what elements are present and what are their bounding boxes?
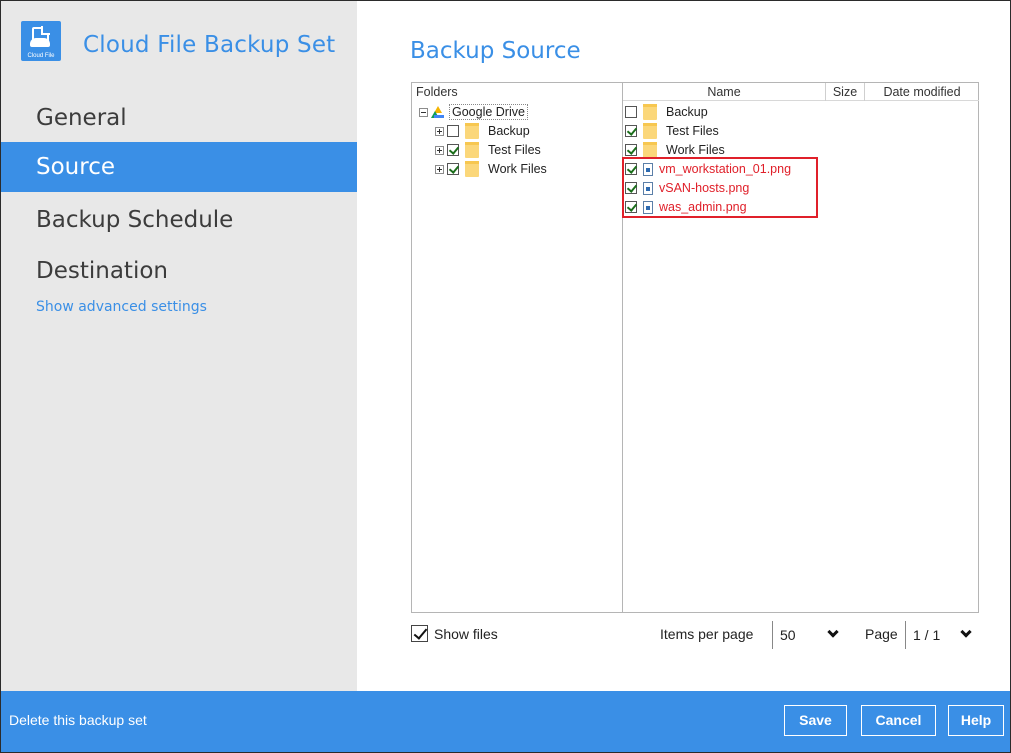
expand-icon[interactable] bbox=[435, 164, 444, 174]
folder-icon bbox=[643, 142, 657, 158]
list-item-name: Work Files bbox=[666, 143, 725, 157]
chevron-down-icon bbox=[960, 626, 972, 638]
cancel-button[interactable]: Cancel bbox=[861, 705, 936, 736]
page-select[interactable]: 1 / 1 bbox=[905, 621, 981, 649]
tree-node-test-files: Test Files bbox=[435, 141, 541, 159]
tree-checkbox-test-files[interactable] bbox=[447, 144, 459, 156]
column-header-size[interactable]: Size bbox=[826, 83, 865, 101]
folder-icon bbox=[643, 104, 657, 120]
save-button[interactable]: Save bbox=[784, 705, 847, 736]
list-item[interactable]: Backup bbox=[625, 103, 708, 121]
show-files-toggle[interactable]: Show files bbox=[411, 625, 498, 642]
page-label: Page bbox=[865, 626, 898, 642]
sidebar-item-destination[interactable]: Destination bbox=[1, 246, 357, 296]
expand-icon[interactable] bbox=[435, 126, 444, 136]
folder-icon bbox=[465, 142, 479, 158]
show-files-checkbox[interactable] bbox=[411, 625, 428, 642]
delete-backup-set-link[interactable]: Delete this backup set bbox=[9, 712, 147, 728]
tree-root-label[interactable]: Google Drive bbox=[449, 104, 528, 120]
list-item-name: Backup bbox=[666, 105, 708, 119]
highlight-box bbox=[622, 157, 818, 218]
app-title: Cloud File Backup Set bbox=[83, 32, 336, 58]
help-button[interactable]: Help bbox=[948, 705, 1004, 736]
tree-node-label[interactable]: Work Files bbox=[488, 162, 547, 176]
page-value: 1 / 1 bbox=[913, 627, 941, 643]
sidebar-item-source[interactable]: Source bbox=[1, 142, 357, 192]
folder-icon bbox=[465, 123, 479, 139]
page-title: Backup Source bbox=[410, 38, 581, 64]
tree-node-backup: Backup bbox=[435, 122, 530, 140]
files-header: Name Size Date modified bbox=[623, 83, 979, 101]
list-item[interactable]: Test Files bbox=[625, 122, 719, 140]
items-per-page-select[interactable]: 50 bbox=[772, 621, 850, 649]
list-item-checkbox[interactable] bbox=[625, 106, 637, 118]
footer-bar: Delete this backup set Save Cancel Help bbox=[1, 691, 1010, 752]
show-files-label: Show files bbox=[434, 625, 498, 642]
list-item-name: Test Files bbox=[666, 124, 719, 138]
file-browser: Folders Google Drive Backup Test Files W… bbox=[411, 82, 979, 613]
logo-caption: Cloud File bbox=[27, 53, 55, 59]
sidebar-item-backup-schedule[interactable]: Backup Schedule bbox=[1, 195, 357, 245]
expand-icon[interactable] bbox=[435, 145, 444, 155]
tree-node-label[interactable]: Backup bbox=[488, 124, 530, 138]
items-per-page-label: Items per page bbox=[660, 626, 754, 642]
tree-checkbox-work-files[interactable] bbox=[447, 163, 459, 175]
list-item-checkbox[interactable] bbox=[625, 144, 637, 156]
backup-set-window: Cloud File Cloud File Backup Set General… bbox=[0, 0, 1011, 753]
tree-node-work-files: Work Files bbox=[435, 160, 547, 178]
chevron-down-icon bbox=[827, 626, 839, 638]
column-header-date-modified[interactable]: Date modified bbox=[865, 83, 979, 101]
sidebar: Cloud File Cloud File Backup Set General… bbox=[1, 1, 357, 691]
show-advanced-settings-link[interactable]: Show advanced settings bbox=[36, 299, 207, 315]
collapse-icon[interactable] bbox=[419, 107, 428, 117]
folder-icon bbox=[643, 123, 657, 139]
folders-header: Folders bbox=[416, 85, 458, 99]
cloud-file-icon: Cloud File bbox=[21, 21, 61, 61]
tree-checkbox-backup[interactable] bbox=[447, 125, 459, 137]
google-drive-icon bbox=[431, 105, 445, 119]
tree-node-root: Google Drive bbox=[419, 103, 528, 121]
list-item-checkbox[interactable] bbox=[625, 125, 637, 137]
items-per-page-value: 50 bbox=[780, 627, 796, 643]
folder-icon bbox=[465, 161, 479, 177]
column-header-name[interactable]: Name bbox=[623, 83, 826, 101]
folders-pane: Folders Google Drive Backup Test Files W… bbox=[412, 83, 623, 612]
sidebar-item-general[interactable]: General bbox=[1, 93, 357, 143]
tree-node-label[interactable]: Test Files bbox=[488, 143, 541, 157]
